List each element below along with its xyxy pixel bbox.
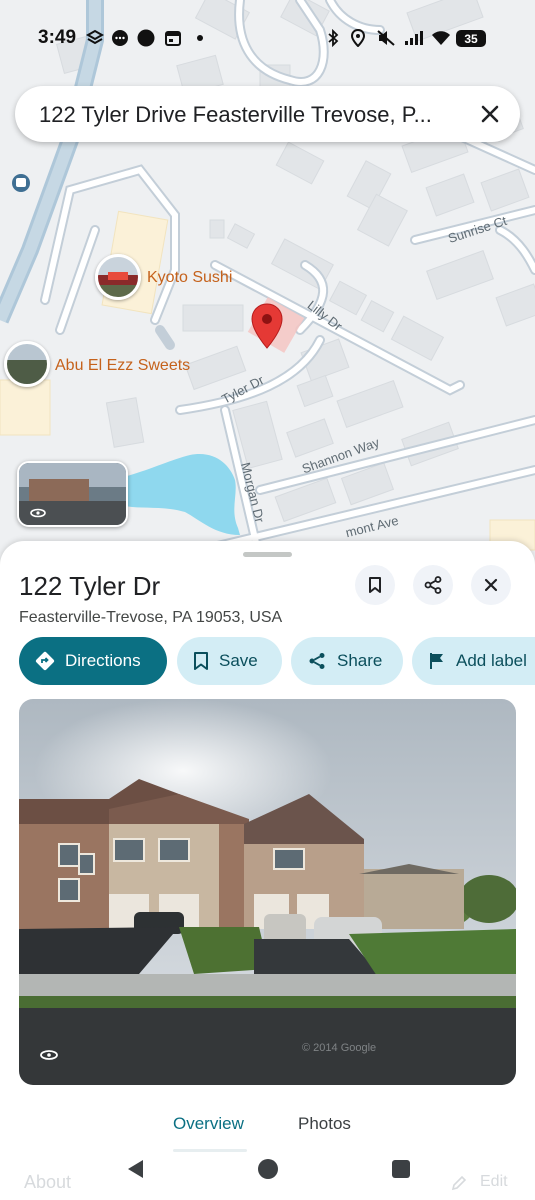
street-view-icon [30, 508, 46, 518]
recents-icon[interactable] [389, 1157, 413, 1181]
close-icon[interactable] [476, 100, 504, 128]
place-details-sheet: 122 Tyler Dr Feasterville-Trevose, PA 19… [0, 541, 535, 1200]
edit-icon [451, 1175, 467, 1191]
share-button[interactable]: Share [291, 637, 403, 685]
home-icon[interactable] [256, 1157, 280, 1181]
directions-button[interactable]: Directions [19, 637, 167, 685]
status-bar: 3:49 35 [0, 0, 535, 76]
location-icon [348, 28, 368, 48]
more-notifications-dot-icon [193, 28, 207, 48]
search-bar[interactable]: 122 Tyler Drive Feasterville Trevose, P.… [15, 86, 520, 142]
calendar-icon [163, 28, 183, 48]
back-icon[interactable] [123, 1157, 147, 1181]
add-label-button[interactable]: Add label [412, 637, 535, 685]
bookmark-icon [194, 652, 208, 670]
tab-indicator [173, 1149, 247, 1152]
location-pin-icon[interactable] [250, 303, 284, 349]
threads-icon [136, 28, 156, 48]
mute-icon [375, 28, 397, 48]
house-photo: © 2014 Google [19, 699, 516, 1085]
tab-photos[interactable]: Photos [298, 1114, 351, 1134]
share-icon [424, 576, 442, 594]
share-icon [309, 653, 325, 669]
signal-icon [402, 28, 426, 48]
directions-label: Directions [65, 651, 141, 670]
drag-handle[interactable] [243, 552, 292, 557]
watermark: © 2014 Google [302, 1042, 376, 1054]
street-view-photo[interactable]: © 2014 Google [19, 699, 516, 1085]
poi-label-abu-el-ezz-sweets[interactable]: Abu El Ezz Sweets [55, 357, 190, 375]
save-label: Save [219, 651, 258, 670]
share-icon-button[interactable] [413, 565, 453, 605]
flag-icon [430, 653, 443, 669]
edit-label[interactable]: Edit [480, 1173, 508, 1191]
place-address: Feasterville-Trevose, PA 19053, USA [19, 609, 283, 626]
close-icon [484, 578, 498, 592]
tab-overview[interactable]: Overview [173, 1114, 244, 1134]
close-sheet-button[interactable] [471, 565, 511, 605]
search-query[interactable]: 122 Tyler Drive Feasterville Trevose, P.… [39, 102, 459, 128]
save-icon-button[interactable] [355, 565, 395, 605]
app-notification-icon [85, 28, 105, 48]
wifi-icon [430, 28, 452, 48]
bookmark-icon [369, 577, 381, 593]
share-label: Share [337, 651, 383, 670]
street-view-thumbnail[interactable] [17, 461, 128, 527]
poi-label-kyoto-sushi[interactable]: Kyoto Sushi [147, 269, 232, 287]
kyoto-sushi-thumbnail[interactable] [95, 254, 141, 300]
place-title: 122 Tyler Dr [19, 571, 161, 601]
tab-about[interactable]: About [24, 1172, 71, 1193]
bluetooth-icon [323, 28, 343, 48]
directions-icon [35, 651, 55, 671]
status-time: 3:49 [38, 27, 77, 48]
save-button[interactable]: Save [177, 637, 282, 685]
battery-indicator: 35 [456, 30, 486, 47]
abu-el-ezz-thumbnail[interactable] [4, 341, 50, 387]
add-label-label: Add label [456, 651, 527, 670]
messages-icon [110, 28, 130, 48]
